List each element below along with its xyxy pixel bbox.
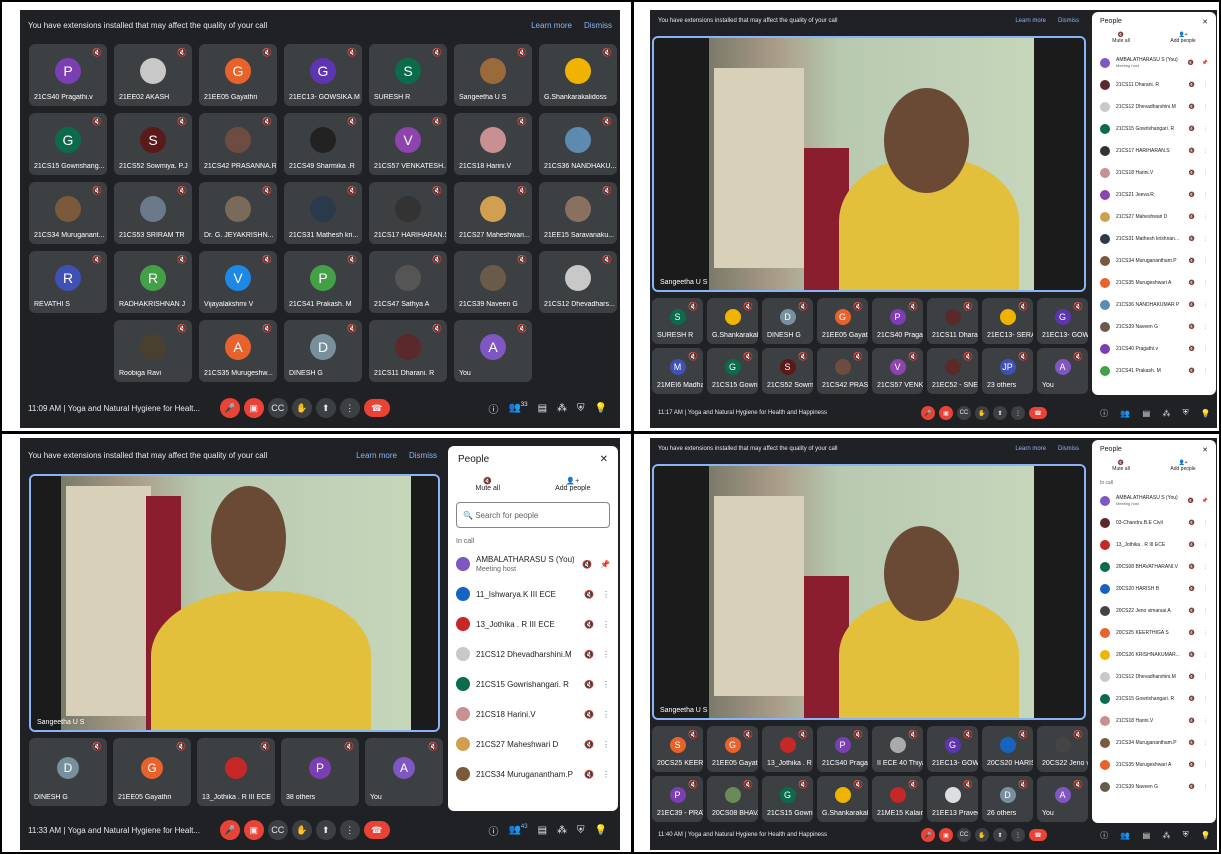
collage-border (0, 0, 1221, 854)
collage-divider-horizontal (0, 431, 1221, 434)
collage-divider-vertical (631, 0, 634, 854)
